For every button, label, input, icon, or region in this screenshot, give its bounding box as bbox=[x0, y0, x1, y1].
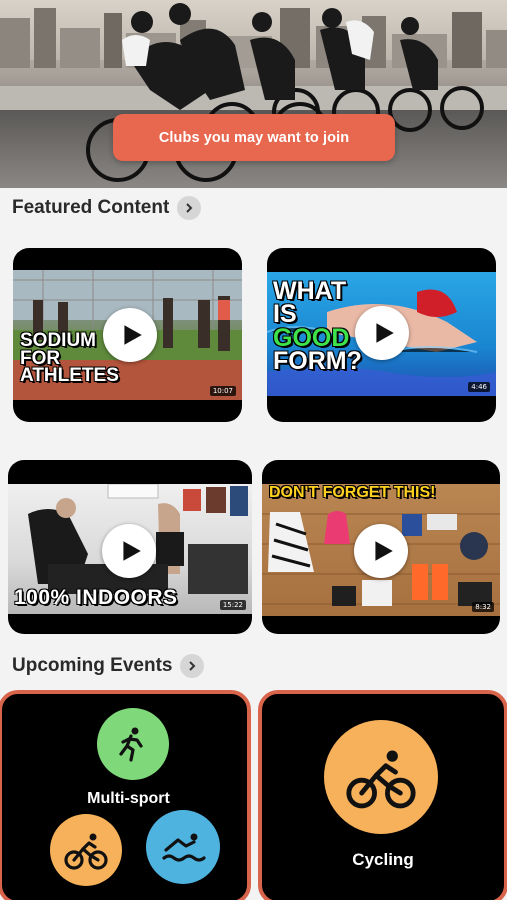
event-card-cycling[interactable]: Cycling bbox=[258, 690, 507, 900]
event-label: Multi-sport bbox=[87, 790, 170, 807]
overlay-line: IS bbox=[273, 300, 297, 329]
featured-content-title: Featured Content bbox=[12, 197, 170, 218]
video-overlay-text: WHAT IS GOOD FORM? bbox=[273, 278, 362, 375]
clubs-join-button[interactable]: Clubs you may want to join bbox=[113, 114, 395, 161]
play-icon[interactable] bbox=[354, 524, 408, 578]
cycling-icon bbox=[50, 814, 122, 886]
video-duration: 4:46 bbox=[468, 382, 490, 392]
video-duration: 10:07 bbox=[209, 386, 236, 396]
overlay-line: DON'T FORGET THIS! bbox=[269, 484, 436, 501]
running-icon bbox=[97, 708, 169, 780]
play-icon[interactable] bbox=[102, 524, 156, 578]
video-card-indoors[interactable]: 100% INDOORS 15:22 bbox=[8, 460, 252, 634]
featured-content-header[interactable]: Featured Content bbox=[12, 196, 202, 220]
video-duration: 15:22 bbox=[219, 600, 246, 610]
event-label: Cycling bbox=[352, 850, 414, 869]
upcoming-events-header[interactable]: Upcoming Events bbox=[12, 654, 205, 678]
video-overlay-text: DON'T FORGET THIS! bbox=[269, 484, 436, 501]
video-duration: 8:32 bbox=[472, 602, 494, 612]
event-card-multi-sport[interactable]: Multi-sport bbox=[0, 690, 251, 900]
hero-banner: Clubs you may want to join bbox=[0, 0, 507, 188]
overlay-line: ATHLETES bbox=[20, 365, 119, 387]
play-icon[interactable] bbox=[103, 308, 157, 362]
overlay-line: 100% INDOORS bbox=[14, 586, 178, 609]
swimming-icon bbox=[146, 810, 220, 884]
video-card-dont-forget[interactable]: DON'T FORGET THIS! 8:32 bbox=[262, 460, 500, 634]
video-card-good-form[interactable]: WHAT IS GOOD FORM? 4:46 bbox=[267, 248, 496, 422]
play-icon[interactable] bbox=[355, 306, 409, 360]
upcoming-events-chevron-icon[interactable] bbox=[180, 654, 205, 678]
featured-content-chevron-icon[interactable] bbox=[177, 196, 202, 220]
app-screen: Clubs you may want to join Featured Cont… bbox=[0, 0, 507, 900]
cycling-icon bbox=[324, 720, 438, 834]
video-card-sodium[interactable]: SODIUM FOR ATHLETES 10:07 bbox=[13, 248, 242, 422]
video-overlay-text: 100% INDOORS bbox=[14, 586, 178, 609]
upcoming-events-title: Upcoming Events bbox=[12, 655, 173, 676]
overlay-line: FORM? bbox=[273, 346, 362, 375]
